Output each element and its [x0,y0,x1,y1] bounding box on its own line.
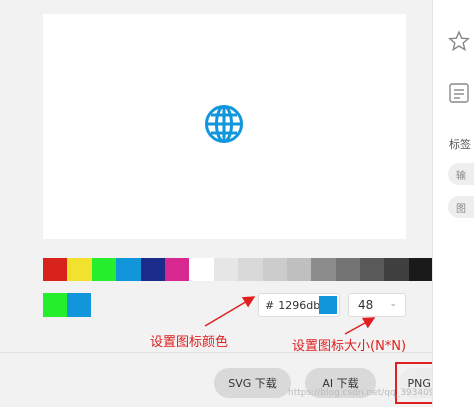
list-icon[interactable] [448,82,470,104]
star-icon[interactable] [448,30,470,52]
size-note-arrow [344,317,376,335]
tags-label: 标签 [449,138,471,151]
icon-detail-panel: # 1296db 48 ⌄ 设置图标颜色 设置图标大小(N*N) SVG 下载 … [0,0,465,407]
svg-download-button[interactable]: SVG 下载 [214,368,291,398]
color-note-arrow [204,296,256,327]
tag-chip[interactable]: 图 [448,196,474,218]
footer-divider [0,352,432,353]
tag-chip[interactable]: 输 [448,163,474,185]
watermark: https://blog.csdn.net/qq_39340900 [288,388,447,398]
color-note: 设置图标颜色 [150,335,229,350]
